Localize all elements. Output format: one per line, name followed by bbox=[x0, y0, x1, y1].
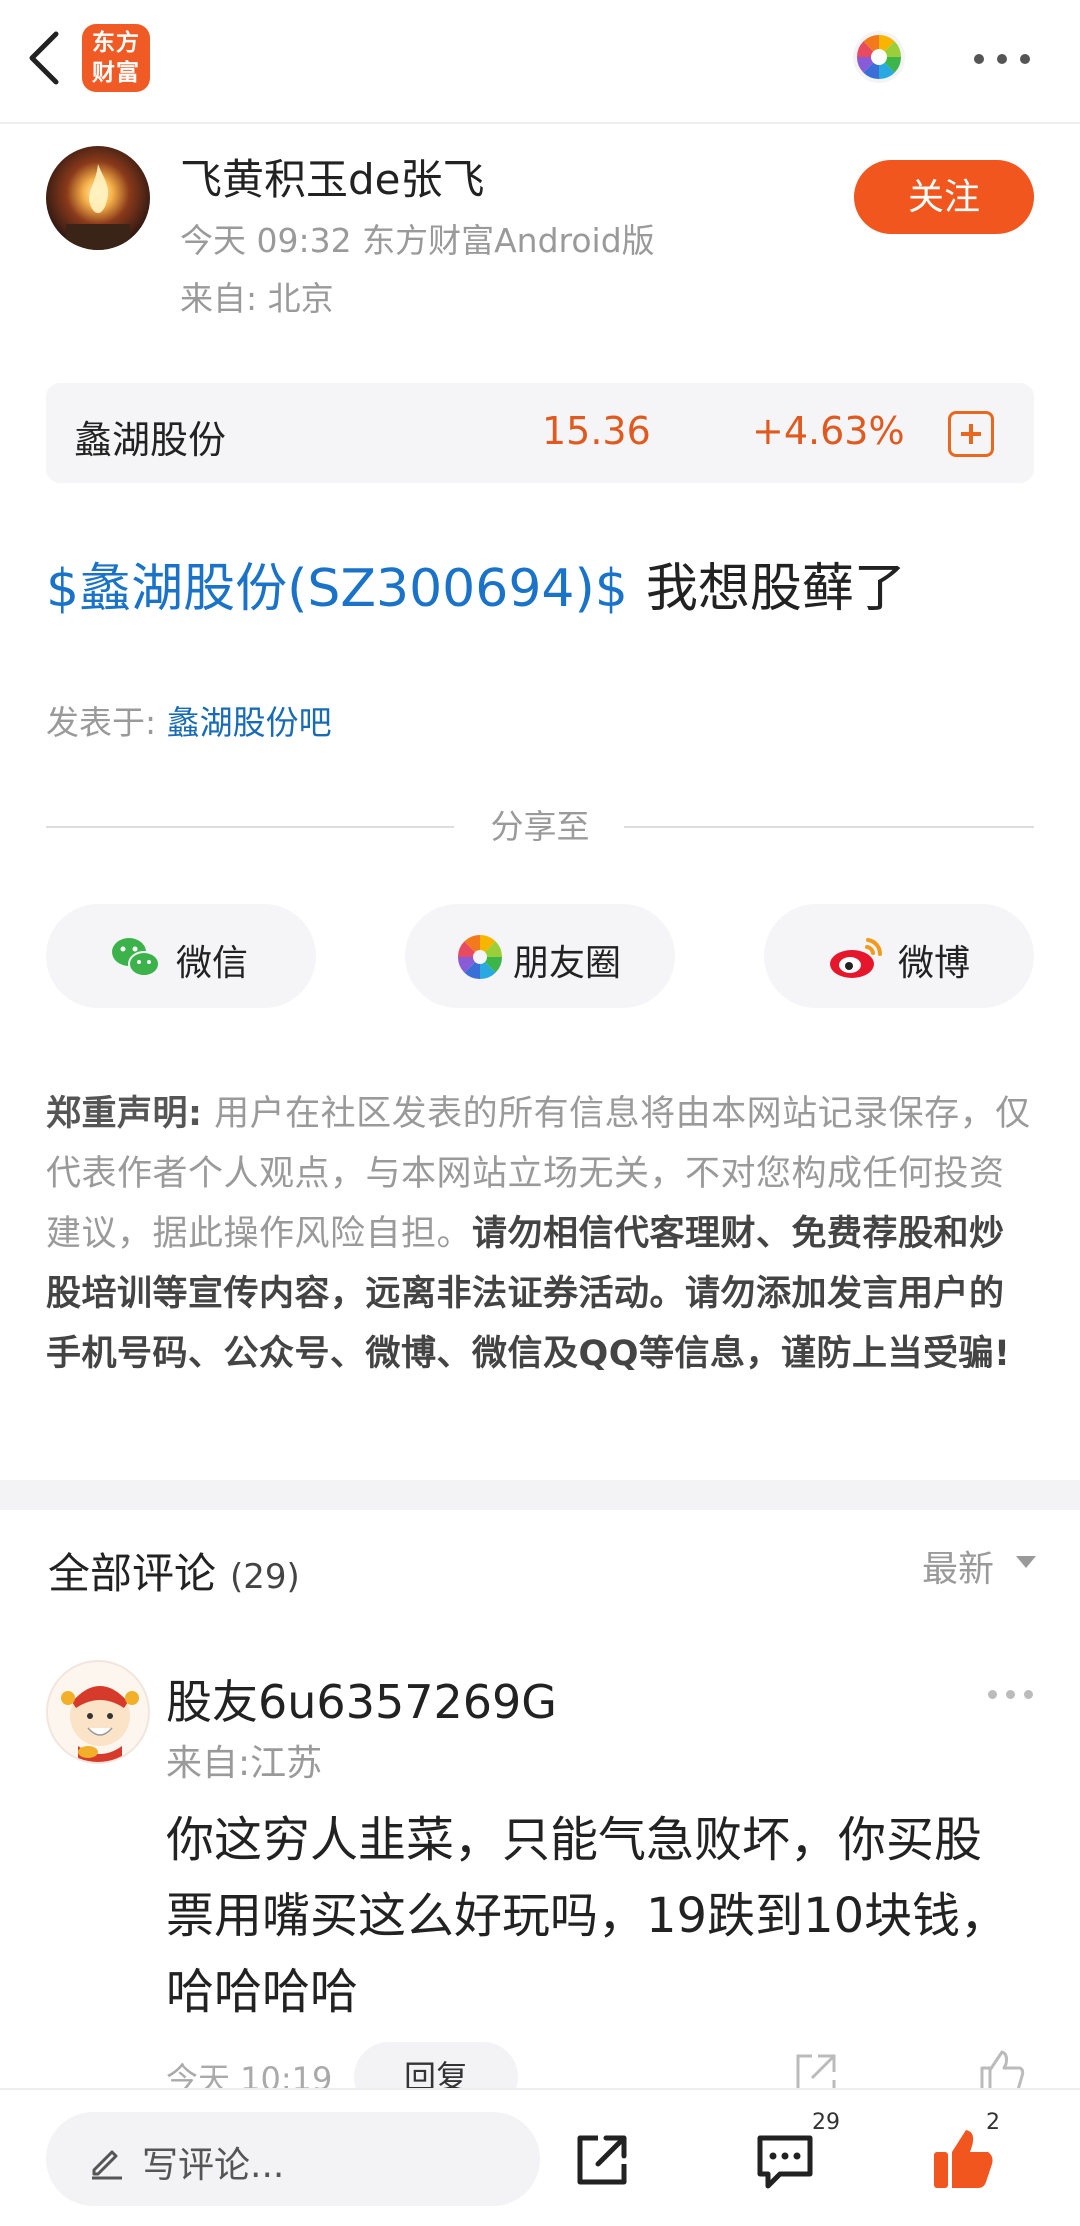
sort-dropdown[interactable]: 最新 bbox=[922, 1540, 994, 1592]
stock-price: 15.36 bbox=[542, 409, 651, 453]
commenter-name[interactable]: 股友6u6357269G bbox=[166, 1666, 557, 1732]
follow-button[interactable]: 关注 bbox=[854, 160, 1034, 234]
share-wechat-button[interactable]: 微信 bbox=[46, 904, 316, 1008]
weibo-icon bbox=[830, 938, 883, 978]
comments-count: (29) bbox=[230, 1557, 300, 1597]
comments-title: 全部评论 bbox=[48, 1549, 217, 1598]
stock-tag-link[interactable]: $蠡湖股份(SZ300694)$ bbox=[46, 559, 628, 619]
add-to-watchlist-icon[interactable] bbox=[948, 411, 994, 457]
logo-text-line2: 财富 bbox=[92, 60, 140, 86]
comment-icon[interactable] bbox=[754, 2132, 816, 2190]
posted-in-label: 发表于: bbox=[46, 703, 167, 742]
section-divider bbox=[0, 1480, 1080, 1510]
comments-header: 全部评论 (29) bbox=[48, 1540, 300, 1601]
comment-text: 你这穷人韭菜，只能气急败坏，你买股票用嘴买这么好玩吗，19跌到10块钱，哈哈哈哈 bbox=[166, 1812, 1009, 2020]
moments-icon bbox=[457, 934, 503, 980]
share-icon[interactable] bbox=[572, 2130, 632, 2190]
share-wechat-label: 微信 bbox=[176, 943, 249, 984]
pencil-icon bbox=[92, 2150, 122, 2180]
bottom-action-bar: 写评论... 29 2 bbox=[0, 2088, 1080, 2226]
share-moments-label: 朋友圈 bbox=[513, 943, 622, 984]
post-content: $蠡湖股份(SZ300694)$ 我想股藓了 bbox=[46, 556, 906, 622]
post-text: 我想股藓了 bbox=[645, 559, 906, 619]
thumbs-up-icon[interactable] bbox=[930, 2126, 996, 2192]
caret-down-icon[interactable] bbox=[1016, 1556, 1036, 1568]
like-count-badge: 2 bbox=[986, 2110, 1000, 2135]
back-arrow-icon[interactable] bbox=[22, 28, 72, 88]
commenter-avatar[interactable] bbox=[46, 1660, 150, 1764]
posted-in: 发表于: 蠡湖股份吧 bbox=[46, 696, 332, 744]
author-location: 来自: 北京 bbox=[180, 279, 334, 318]
stock-name: 蠡湖股份 bbox=[74, 418, 227, 462]
post-time-source: 今天 09:32 东方财富Android版 bbox=[180, 221, 655, 260]
comment-more-icon[interactable] bbox=[986, 1686, 1036, 1702]
forum-link[interactable]: 蠡湖股份吧 bbox=[167, 703, 332, 742]
comment-placeholder: 写评论... bbox=[142, 2145, 285, 2186]
moments-share-icon[interactable] bbox=[852, 30, 906, 84]
logo-text-line1: 东方 bbox=[92, 30, 140, 56]
comment-count-badge: 29 bbox=[812, 2110, 840, 2135]
author-name[interactable]: 飞黄积玉de张飞 bbox=[180, 146, 485, 207]
stock-quote-card[interactable]: 蠡湖股份 15.36 +4.63% bbox=[46, 383, 1034, 483]
app-logo: 东方 财富 bbox=[82, 24, 150, 92]
disclaimer-lead: 郑重声明: bbox=[46, 1094, 203, 1134]
share-weibo-button[interactable]: 微博 bbox=[764, 904, 1034, 1008]
wechat-icon bbox=[112, 938, 160, 977]
stock-change-percent: +4.63% bbox=[752, 409, 905, 453]
top-nav-bar: 东方 财富 bbox=[0, 0, 1080, 124]
share-moments-button[interactable]: 朋友圈 bbox=[405, 904, 675, 1008]
disclaimer: 郑重声明: 用户在社区发表的所有信息将由本网站记录保存，仅代表作者个人观点，与本… bbox=[46, 1084, 1036, 1384]
more-options-icon[interactable] bbox=[972, 40, 1032, 76]
share-title: 分享至 bbox=[490, 807, 590, 846]
commenter-location: 来自:江苏 bbox=[166, 1743, 323, 1784]
author-avatar[interactable] bbox=[46, 146, 150, 250]
write-comment-input[interactable]: 写评论... bbox=[46, 2112, 540, 2206]
share-weibo-label: 微博 bbox=[898, 943, 971, 984]
